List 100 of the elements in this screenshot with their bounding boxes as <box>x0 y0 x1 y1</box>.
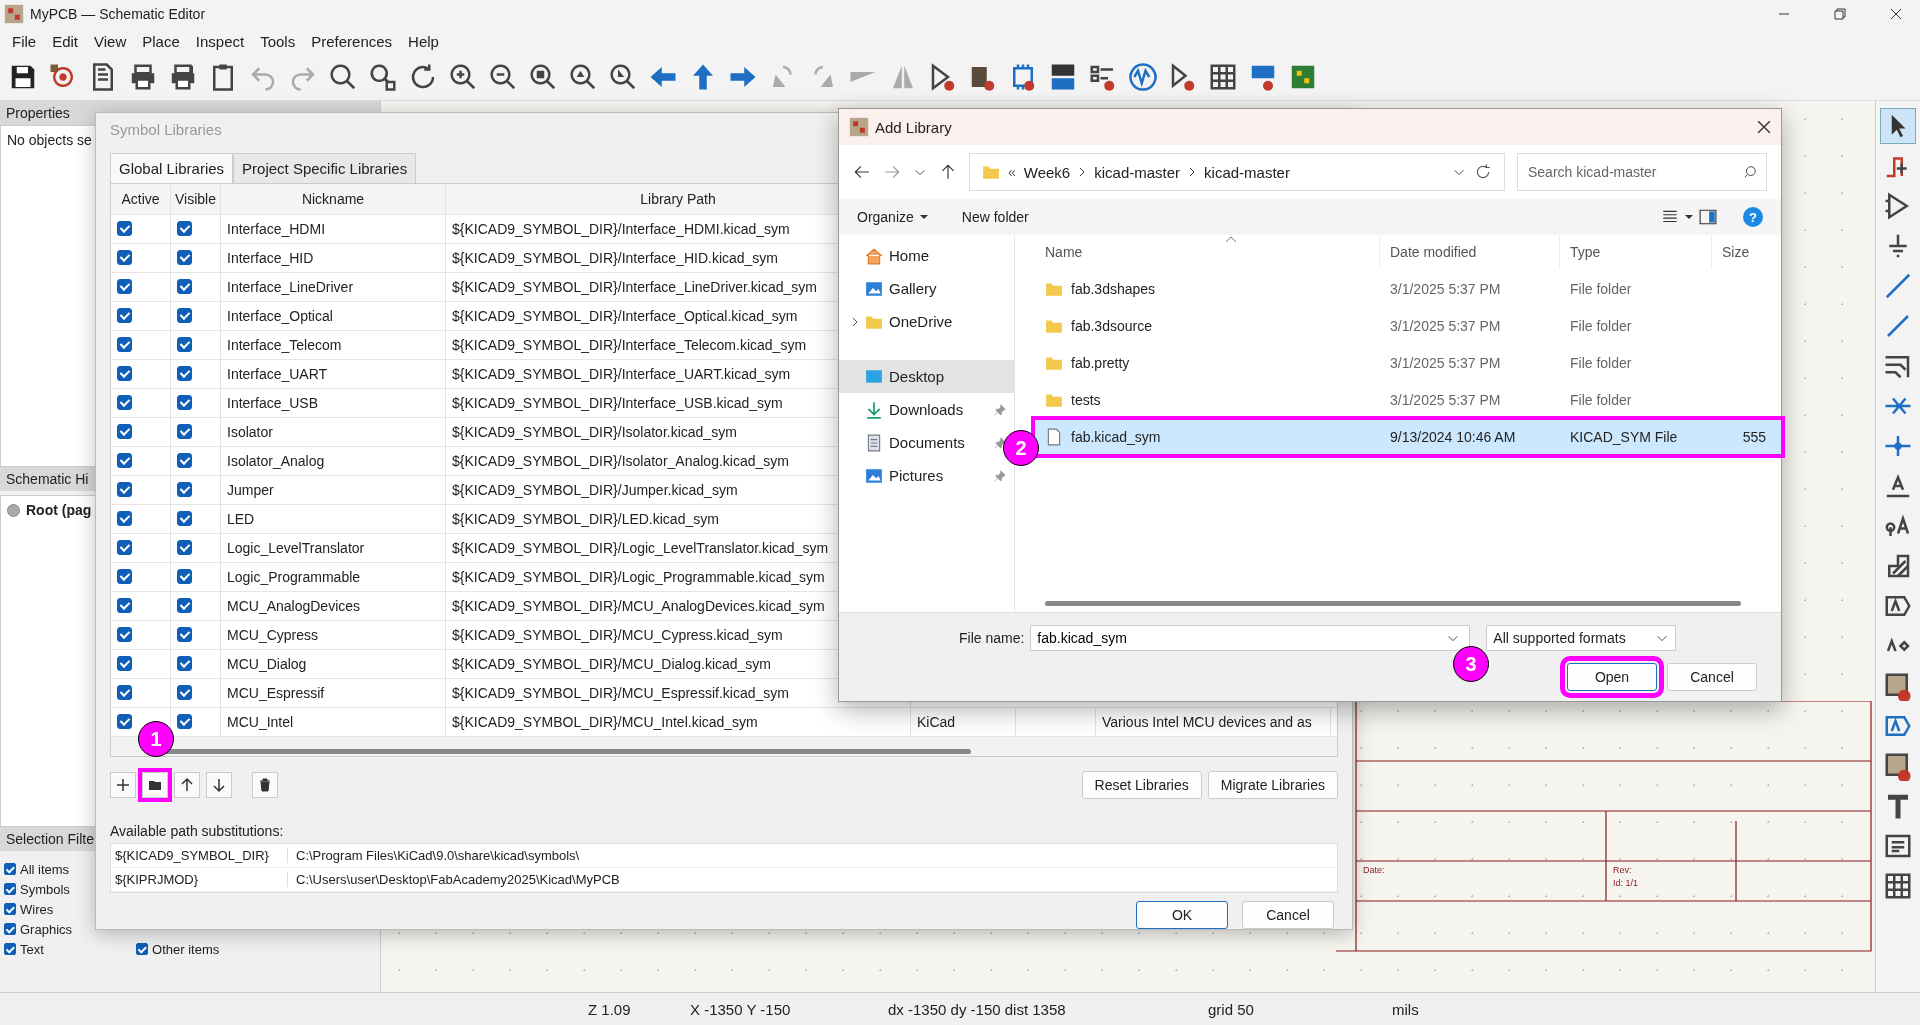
dialog-button[interactable]: Reset Libraries <box>1081 771 1202 799</box>
arrow-down-icon[interactable] <box>211 777 227 793</box>
navigation-item[interactable]: Desktop <box>839 360 1014 393</box>
search-icon[interactable] <box>328 62 358 92</box>
pin-icon[interactable] <box>994 436 1006 449</box>
checkbox[interactable] <box>177 627 192 643</box>
table-icon[interactable] <box>1208 62 1238 92</box>
back-arrow-icon[interactable] <box>853 163 871 181</box>
cursor-icon[interactable] <box>1881 109 1915 143</box>
file-row[interactable]: tests 3/1/2025 5:37 PM File folder <box>1035 383 1781 417</box>
preview-pane-icon[interactable] <box>1699 208 1717 226</box>
up-arrow-icon[interactable] <box>939 163 957 181</box>
file-type-dropdown[interactable]: All supported formats <box>1486 625 1677 651</box>
zoom-in-icon[interactable] <box>448 62 478 92</box>
chevron-right-icon[interactable] <box>851 315 859 328</box>
checkbox[interactable] <box>4 863 16 875</box>
column-header[interactable]: Type <box>1560 235 1712 269</box>
add-button[interactable] <box>110 772 136 798</box>
checkbox[interactable] <box>177 482 192 498</box>
zoom-fit-icon[interactable] <box>528 62 558 92</box>
menu-item[interactable]: File <box>4 30 45 52</box>
scrollbar[interactable] <box>1045 601 1741 606</box>
checkbox[interactable] <box>177 337 192 353</box>
checkbox[interactable] <box>4 923 16 935</box>
refresh-icon[interactable] <box>1474 163 1492 181</box>
down-button[interactable] <box>206 772 232 798</box>
search-icon[interactable] <box>368 62 398 92</box>
checkbox[interactable] <box>117 337 132 353</box>
zoom-out-icon[interactable] <box>488 62 518 92</box>
checkbox[interactable] <box>117 482 132 498</box>
file-row[interactable]: fab.3dshapes 3/1/2025 5:37 PM File folder <box>1035 272 1781 306</box>
checkbox[interactable] <box>177 250 192 266</box>
checkbox[interactable] <box>177 540 192 556</box>
checkbox[interactable] <box>177 569 192 585</box>
checkbox[interactable] <box>177 395 192 411</box>
restore-icon[interactable] <box>1834 8 1846 20</box>
trash-icon[interactable] <box>257 777 273 793</box>
checkbox[interactable] <box>4 943 16 955</box>
checkbox[interactable] <box>117 453 132 469</box>
checkbox[interactable] <box>117 308 132 324</box>
checkbox[interactable] <box>117 366 132 382</box>
checkbox[interactable] <box>177 598 192 614</box>
ok-button[interactable]: OK <box>1136 901 1228 929</box>
caret-icon[interactable] <box>1685 213 1693 221</box>
close-icon[interactable] <box>1757 120 1771 134</box>
cancel-button[interactable]: Cancel <box>1667 663 1757 691</box>
menu-item[interactable]: Place <box>134 30 188 52</box>
zoom-selection-icon[interactable] <box>608 62 638 92</box>
file-row[interactable]: fab.pretty 3/1/2025 5:37 PM File folder <box>1035 346 1781 380</box>
menu-item[interactable]: Preferences <box>303 30 401 52</box>
checkbox[interactable] <box>117 540 132 556</box>
menu-item[interactable]: Tools <box>252 30 304 52</box>
checkbox[interactable] <box>177 221 192 237</box>
column-header[interactable]: Size <box>1712 235 1772 269</box>
checkbox[interactable] <box>117 569 132 585</box>
file-row[interactable]: fab.3dsource 3/1/2025 5:37 PM File folder <box>1035 309 1781 343</box>
checkbox[interactable] <box>177 279 192 295</box>
search-field[interactable]: Search kicad-master <box>1517 153 1767 191</box>
breadcrumb-item[interactable]: kicad-master <box>1094 163 1181 181</box>
new-folder-button[interactable]: New folder <box>961 209 1029 225</box>
dialog-button[interactable]: Migrate Libraries <box>1207 771 1338 799</box>
menu-item[interactable]: Edit <box>44 30 87 52</box>
arrow-up-icon[interactable] <box>179 777 195 793</box>
zoom-objects-icon[interactable] <box>568 62 598 92</box>
tab[interactable]: Project Specific Libraries <box>233 152 417 183</box>
checkbox[interactable] <box>4 883 16 895</box>
checkbox[interactable] <box>117 250 132 266</box>
checkbox[interactable] <box>177 685 192 701</box>
up-button[interactable] <box>174 772 200 798</box>
checkbox[interactable] <box>117 598 132 614</box>
checkbox[interactable] <box>136 943 149 955</box>
checkbox[interactable] <box>177 656 192 672</box>
checkbox[interactable] <box>177 453 192 469</box>
checkbox[interactable] <box>117 511 132 527</box>
breadcrumb-overflow[interactable]: « <box>1008 164 1016 180</box>
checkbox[interactable] <box>117 656 132 672</box>
menu-item[interactable]: Inspect <box>187 30 253 52</box>
help-button[interactable]: ? <box>1743 207 1763 227</box>
address-bar[interactable]: « Week6 kicad-master kicad-master <box>969 153 1505 191</box>
column-header[interactable]: Name <box>1035 235 1380 269</box>
checkbox[interactable] <box>117 395 132 411</box>
menu-item[interactable]: Help <box>400 30 447 52</box>
delete-button[interactable] <box>252 772 278 798</box>
checkbox[interactable] <box>177 424 192 440</box>
plus-icon[interactable] <box>115 777 131 793</box>
checkbox[interactable] <box>177 308 192 324</box>
file-name-field[interactable]: fab.kicad_sym <box>1030 625 1471 651</box>
checkbox[interactable] <box>177 366 192 382</box>
menu-item[interactable]: View <box>86 30 135 52</box>
cancel-button[interactable]: Cancel <box>1242 901 1334 929</box>
checkbox[interactable] <box>117 424 132 440</box>
checkbox[interactable] <box>4 903 16 915</box>
breadcrumb-item[interactable]: Week6 <box>1023 163 1071 181</box>
tree-item[interactable]: Root (pag <box>26 502 92 518</box>
breadcrumb-item[interactable]: kicad-master <box>1204 163 1290 181</box>
tab[interactable]: Global Libraries <box>110 152 234 183</box>
column-header[interactable]: Date modified <box>1380 235 1560 269</box>
waveform-icon[interactable] <box>1128 62 1158 92</box>
checkbox[interactable] <box>117 221 132 237</box>
checkbox[interactable] <box>117 627 132 643</box>
